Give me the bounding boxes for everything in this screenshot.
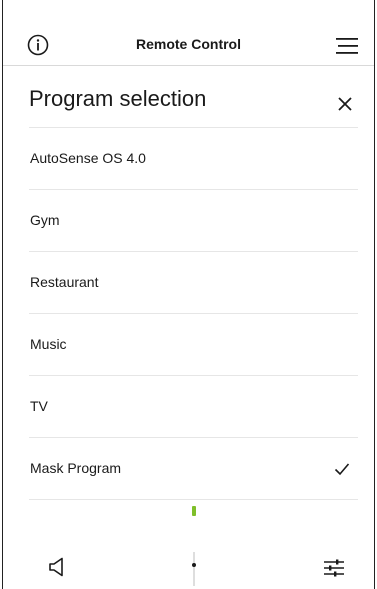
program-item[interactable]: Restaurant: [29, 251, 358, 313]
speaker-icon[interactable]: [48, 557, 66, 577]
close-icon[interactable]: [336, 95, 354, 113]
checkmark-icon: [334, 463, 350, 476]
program-item[interactable]: AutoSense OS 4.0: [29, 127, 358, 189]
hamburger-menu-icon[interactable]: [336, 36, 360, 56]
program-item[interactable]: TV: [29, 375, 358, 437]
program-label: Music: [30, 336, 67, 352]
program-selection-title: Program selection: [29, 86, 207, 111]
page-title: Remote Control: [136, 36, 241, 52]
program-label: Restaurant: [30, 274, 99, 290]
program-label: TV: [30, 398, 48, 414]
app-screen: Remote Control Program selection AutoSen…: [2, 0, 375, 589]
program-label: AutoSense OS 4.0: [30, 150, 146, 166]
program-label: Mask Program: [30, 460, 122, 476]
sliders-settings-icon[interactable]: [323, 557, 345, 579]
app-header: Remote Control: [3, 0, 374, 66]
volume-slider[interactable]: [187, 552, 201, 586]
program-list: AutoSense OS 4.0 Gym Restaurant Music TV…: [29, 127, 358, 500]
program-item[interactable]: Gym: [29, 189, 358, 251]
program-label: Gym: [30, 212, 60, 228]
program-indicator: [192, 506, 196, 516]
program-item-selected[interactable]: Mask Program: [29, 437, 358, 500]
program-item[interactable]: Music: [29, 313, 358, 375]
